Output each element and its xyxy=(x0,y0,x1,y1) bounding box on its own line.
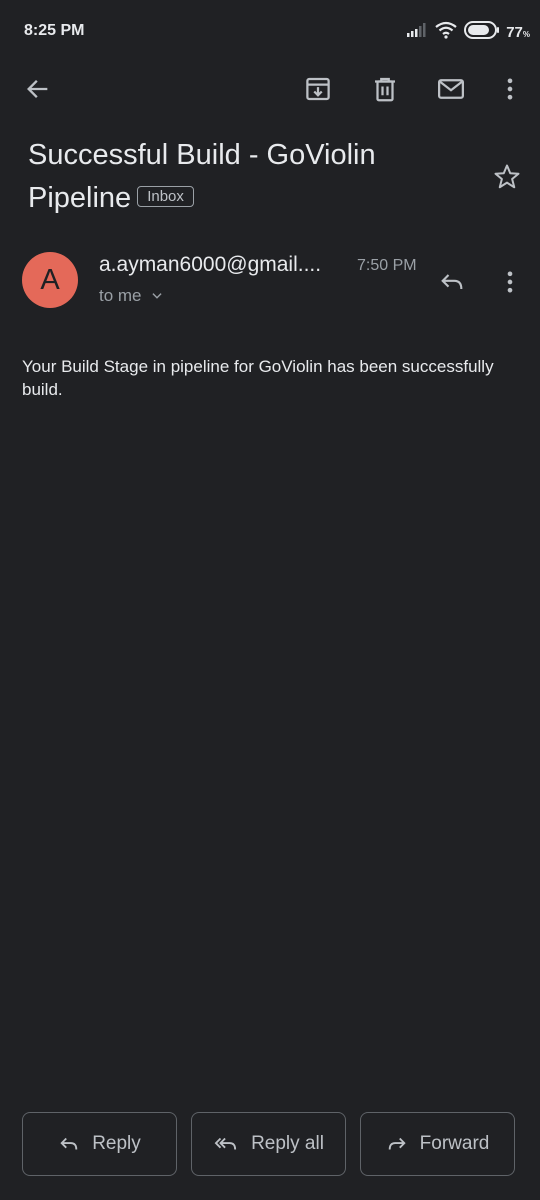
status-time: 8:25 PM xyxy=(24,22,85,39)
wifi-icon xyxy=(434,21,458,44)
more-options-button[interactable] xyxy=(494,73,526,105)
more-vert-icon xyxy=(507,271,513,293)
reply-all-icon xyxy=(214,1137,237,1150)
email-body: Your Build Stage in pipeline for GoVioli… xyxy=(22,357,494,399)
email-subject: Successful Build - GoViolin Pipeline Inbo… xyxy=(28,134,478,220)
reply-button[interactable]: Reply xyxy=(22,1112,177,1176)
forward-label: Forward xyxy=(419,1133,490,1154)
signal-icon xyxy=(406,22,428,42)
subject-text: Successful Build - GoViolin Pipeline xyxy=(28,139,376,214)
battery-percent: 77% xyxy=(506,23,530,41)
archive-button[interactable] xyxy=(302,73,334,105)
inbox-label-chip[interactable]: Inbox xyxy=(137,186,194,207)
recipient-details-toggle[interactable]: to me xyxy=(99,286,164,306)
mark-unread-icon xyxy=(438,79,464,99)
status-icons: 77% xyxy=(406,20,530,44)
message-more-button[interactable] xyxy=(496,266,524,298)
delete-button[interactable] xyxy=(369,73,401,105)
mark-unread-button[interactable] xyxy=(435,73,467,105)
reply-icon xyxy=(60,1137,78,1150)
sender-name[interactable]: a.ayman6000@gmail.... xyxy=(99,253,321,277)
status-bar: 8:25 PM 77% xyxy=(0,0,540,64)
more-vert-icon xyxy=(507,78,513,100)
quick-reply-button[interactable] xyxy=(436,266,468,298)
forward-button[interactable]: Forward xyxy=(360,1112,515,1176)
back-arrow-icon xyxy=(27,80,48,98)
email-toolbar xyxy=(0,64,540,114)
reply-all-label: Reply all xyxy=(251,1133,324,1154)
archive-icon xyxy=(306,77,330,101)
forward-icon xyxy=(388,1137,406,1150)
star-button[interactable] xyxy=(492,162,522,192)
reply-all-button[interactable]: Reply all xyxy=(191,1112,346,1176)
chevron-down-icon xyxy=(151,293,162,299)
recipient-text: to me xyxy=(99,286,142,305)
battery-icon xyxy=(464,20,500,44)
message-time: 7:50 PM xyxy=(357,257,417,274)
sender-avatar[interactable]: A xyxy=(22,252,78,308)
delete-icon xyxy=(375,77,395,102)
star-icon xyxy=(494,164,520,189)
reply-label: Reply xyxy=(92,1133,141,1154)
reply-icon xyxy=(441,274,463,290)
back-button[interactable] xyxy=(22,73,54,105)
